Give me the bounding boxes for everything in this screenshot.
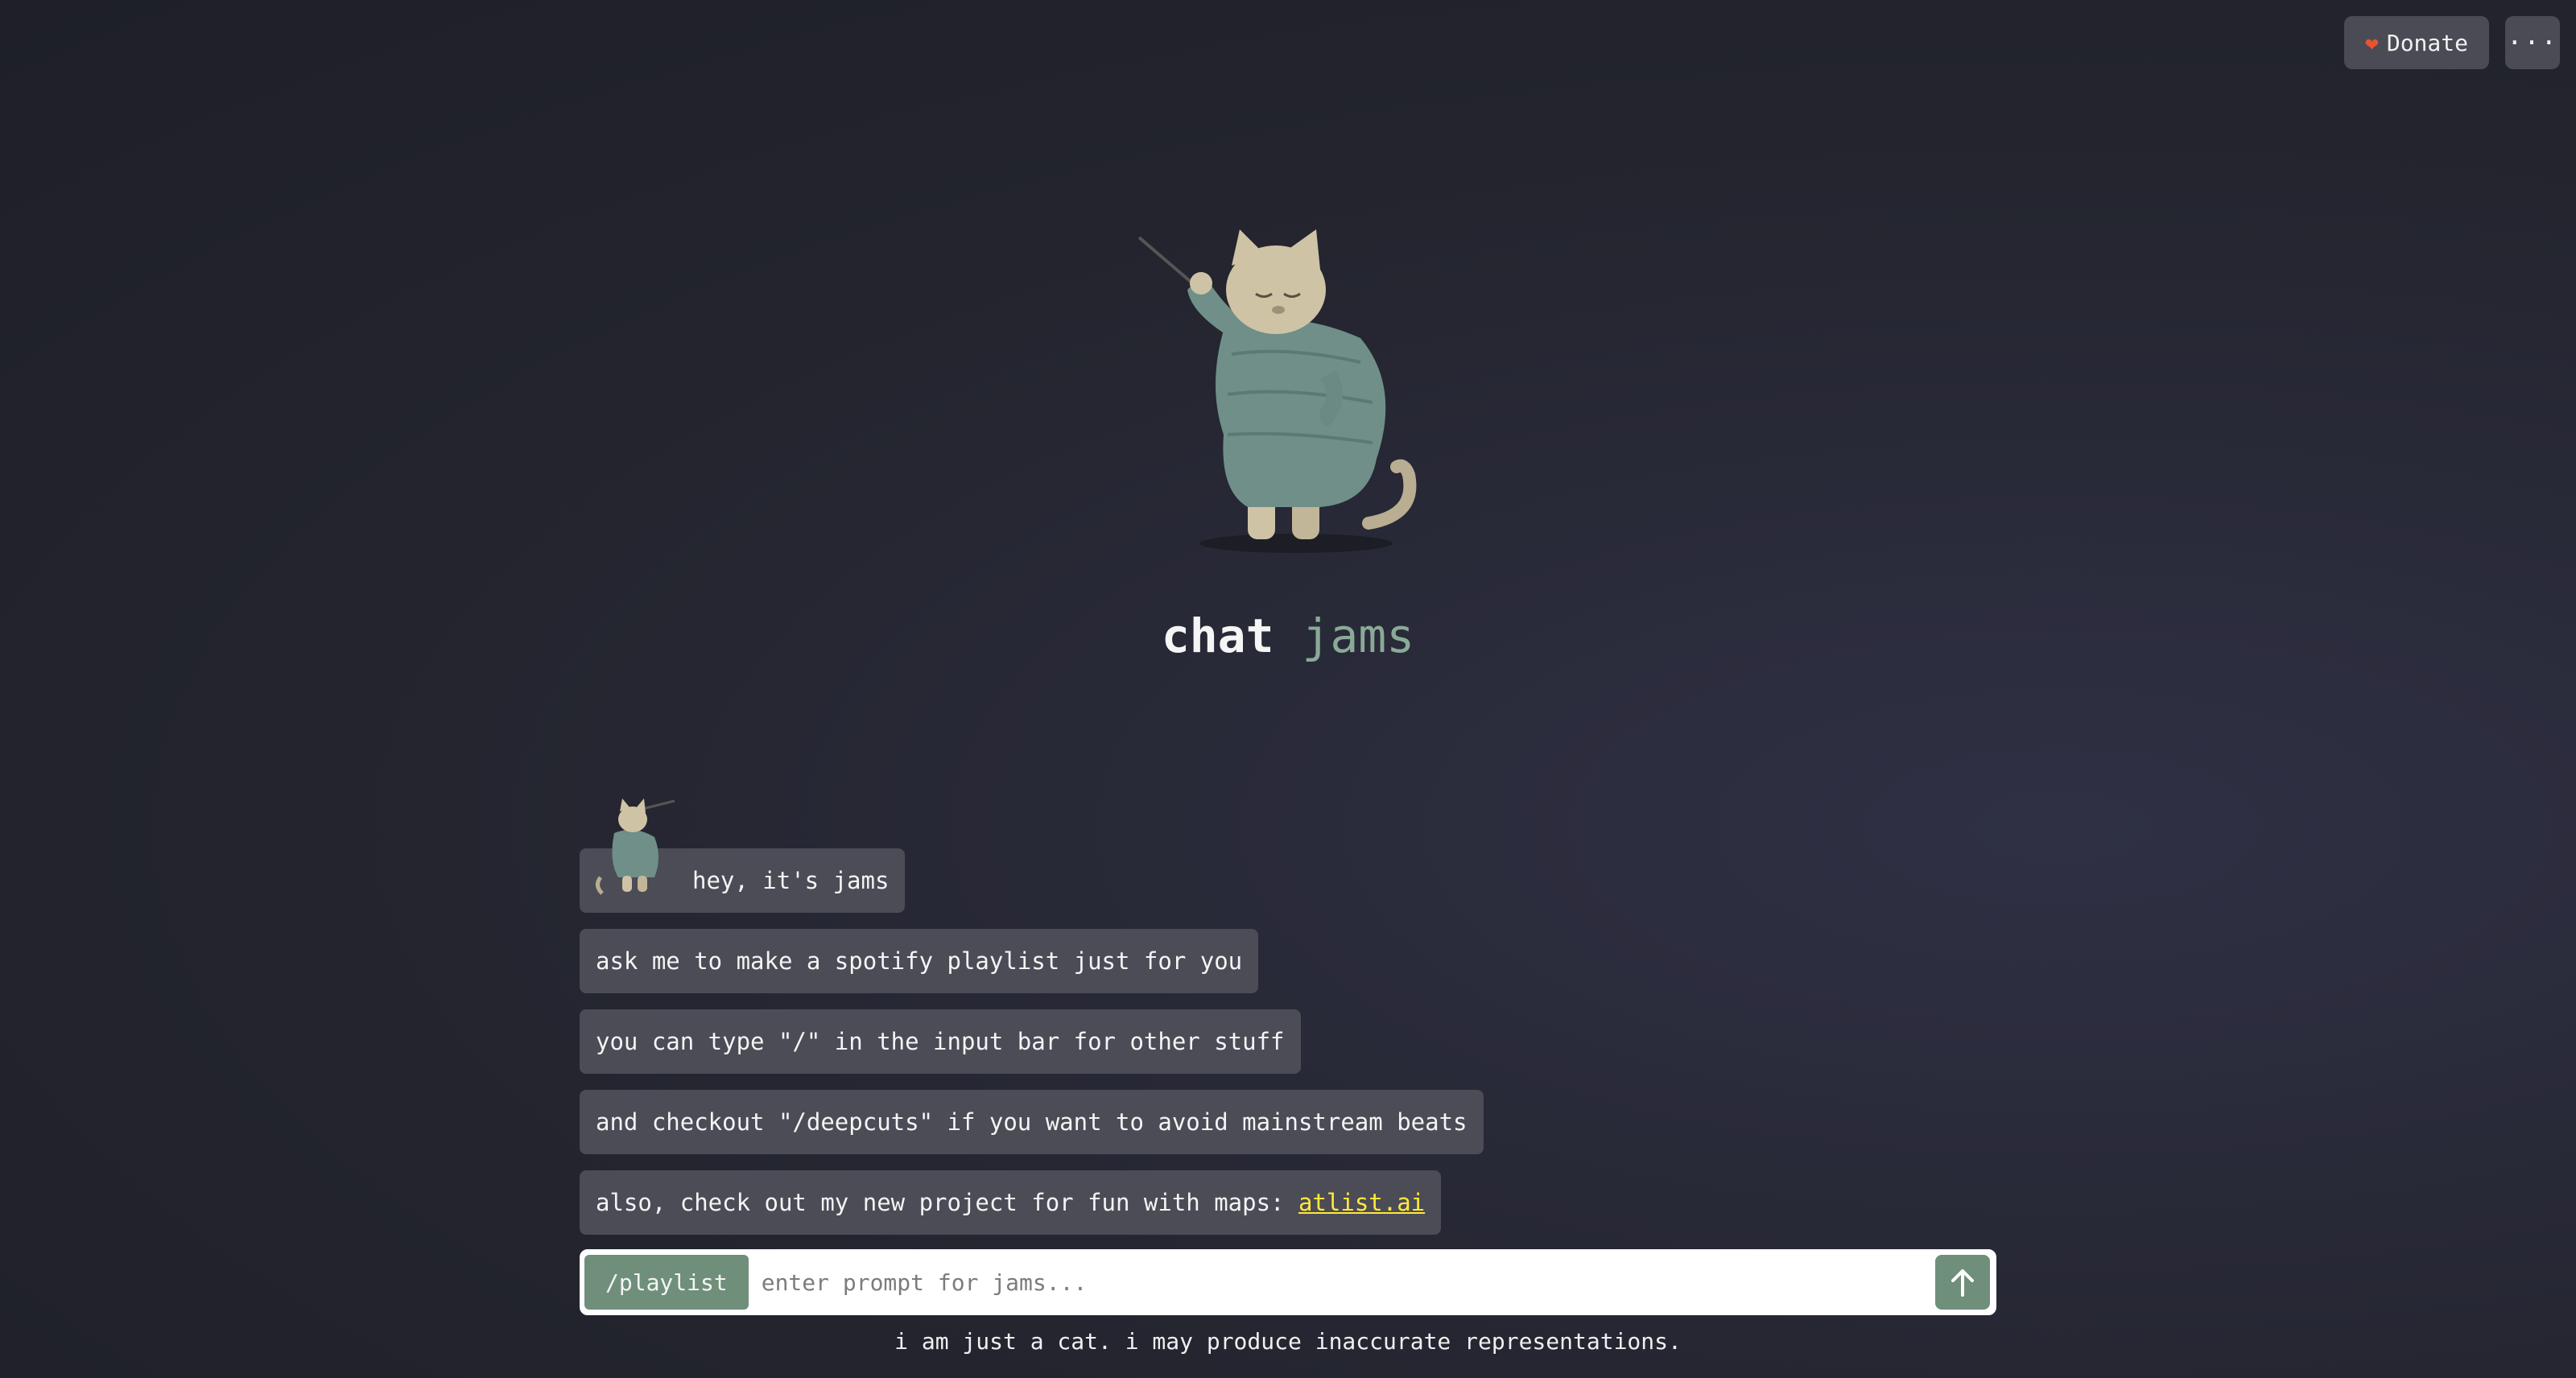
message-text: and checkout "/deepcuts" if you want to … [596, 1108, 1468, 1136]
message-text: ask me to make a spotify playlist just f… [596, 947, 1243, 975]
app-title: chat jams [0, 609, 2576, 663]
more-options-button[interactable]: ··· [2505, 16, 2560, 69]
message-text: you can type "/" in the input bar for ot… [596, 1028, 1285, 1055]
prompt-bar: /playlist [580, 1249, 1996, 1315]
atlist-link[interactable]: atlist.ai [1298, 1189, 1425, 1216]
message-bubble: and checkout "/deepcuts" if you want to … [580, 1090, 1484, 1154]
donate-label: Donate [2386, 29, 2468, 56]
arrow-up-icon [1951, 1269, 1974, 1297]
top-controls: ❤ Donate ··· [2344, 16, 2560, 69]
cat-conductor-illustration [1137, 229, 1417, 553]
title-word-jams: jams [1302, 609, 1415, 663]
message-bubble: you can type "/" in the input bar for ot… [580, 1009, 1301, 1074]
heart-icon: ❤ [2364, 29, 2379, 56]
message-text: hey, it's jams [692, 867, 890, 894]
send-button[interactable] [1935, 1255, 1990, 1310]
message-text: also, check out my new project for fun w… [596, 1189, 1298, 1216]
message-bubble: ask me to make a spotify playlist just f… [580, 929, 1259, 993]
ellipsis-icon: ··· [2507, 27, 2558, 58]
donate-button[interactable]: ❤ Donate [2344, 16, 2489, 69]
title-word-chat: chat [1161, 609, 1274, 663]
prompt-input[interactable] [748, 1255, 1935, 1310]
disclaimer-text: i am just a cat. i may produce inaccurat… [894, 1328, 1682, 1355]
message-bubble: also, check out my new project for fun w… [580, 1170, 1442, 1235]
jams-avatar [596, 798, 675, 895]
command-chip[interactable]: /playlist [584, 1255, 749, 1310]
